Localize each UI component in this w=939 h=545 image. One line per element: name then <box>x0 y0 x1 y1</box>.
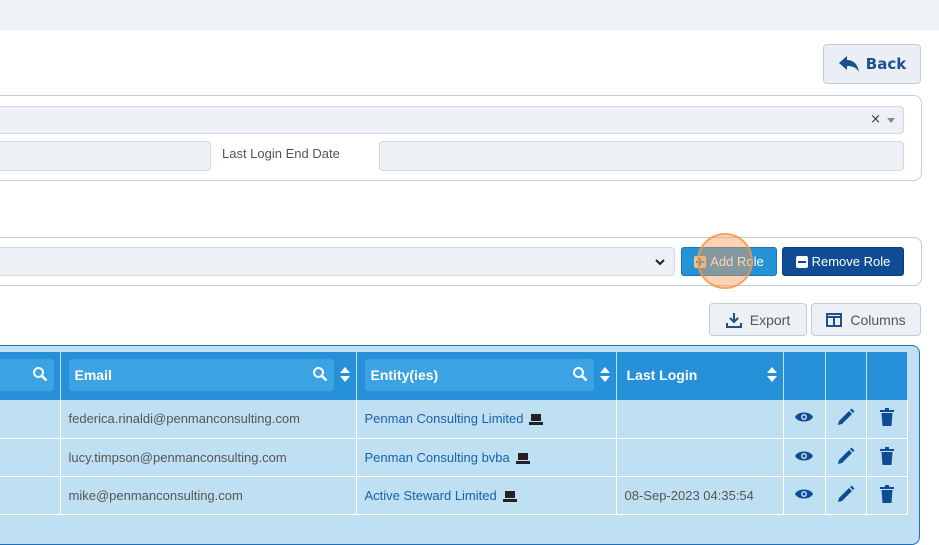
trash-icon[interactable] <box>879 484 895 503</box>
column-header-email[interactable]: Email <box>60 352 357 400</box>
add-role-button[interactable]: Add Role <box>681 247 777 276</box>
email-cell: federica.rinaldi@penmanconsulting.com <box>60 400 357 439</box>
export-label: Export <box>749 311 791 328</box>
view-cell[interactable] <box>783 438 826 477</box>
download-icon <box>725 312 742 328</box>
table-row: mike@penmanconsulting.com Active Steward… <box>0 476 908 515</box>
name-cell <box>0 438 61 477</box>
back-button[interactable]: Back <box>823 44 921 84</box>
entity-cell[interactable]: Penman Consulting bvba <box>356 438 617 477</box>
plus-square-icon <box>694 255 707 268</box>
filter-select[interactable]: × <box>0 106 904 134</box>
last-login-end-date-label: Last Login End Date <box>222 146 340 161</box>
minus-square-icon <box>795 255 808 268</box>
users-table: Email Entity(ies) Last Login federica.ri… <box>0 345 920 545</box>
eye-icon[interactable] <box>794 449 814 463</box>
entity-link[interactable]: Penman Consulting bvba <box>365 450 510 465</box>
edit-cell[interactable] <box>825 400 867 439</box>
pencil-icon[interactable] <box>837 447 855 465</box>
sort-icon[interactable] <box>766 367 777 383</box>
delete-cell[interactable] <box>866 438 908 477</box>
chevron-down-icon <box>655 259 665 266</box>
top-strip <box>0 0 939 30</box>
column-header-delete <box>866 352 907 400</box>
back-button-label: Back <box>865 55 907 73</box>
trash-icon[interactable] <box>879 408 895 427</box>
email-cell: mike@penmanconsulting.com <box>60 476 357 515</box>
remove-role-button[interactable]: Remove Role <box>782 247 904 276</box>
table-row: federica.rinaldi@penmanconsulting.com Pe… <box>0 400 908 439</box>
delete-cell[interactable] <box>866 400 908 439</box>
last-login-end-date-field[interactable] <box>379 141 904 171</box>
entity-cell[interactable]: Penman Consulting Limited <box>356 400 617 439</box>
name-cell <box>0 476 61 515</box>
table-row: lucy.timpson@penmanconsulting.com Penman… <box>0 438 908 477</box>
sort-icon[interactable] <box>599 367 610 383</box>
column-header-entities-label: Entity(ies) <box>370 367 439 383</box>
column-header-view <box>783 352 826 400</box>
delete-cell[interactable] <box>866 476 908 515</box>
column-header-email-label: Email <box>74 367 112 383</box>
table-header-row: Email Entity(ies) Last Login <box>0 352 907 400</box>
entity-link[interactable]: Penman Consulting Limited <box>365 411 524 426</box>
view-cell[interactable] <box>783 400 826 439</box>
remove-role-label: Remove Role <box>811 254 891 269</box>
last-login-cell <box>616 438 784 477</box>
columns-button[interactable]: Columns <box>811 303 921 336</box>
column-header-last-login-label: Last Login <box>626 367 698 383</box>
columns-icon <box>826 312 843 327</box>
search-icon[interactable] <box>572 366 588 382</box>
chevron-down-icon[interactable] <box>887 118 895 123</box>
edit-cell[interactable] <box>825 438 867 477</box>
entity-link[interactable]: Active Steward Limited <box>365 488 497 503</box>
edit-cell[interactable] <box>825 476 867 515</box>
last-login-cell: 08-Sep-2023 04:35:54 <box>616 476 784 515</box>
eye-icon[interactable] <box>794 487 814 501</box>
entity-cell[interactable]: Active Steward Limited <box>356 476 617 515</box>
search-icon[interactable] <box>32 366 48 382</box>
last-login-start-date-field[interactable] <box>0 141 211 171</box>
pencil-icon[interactable] <box>837 408 855 426</box>
laptop-icon <box>502 490 517 502</box>
export-button[interactable]: Export <box>709 303 807 336</box>
name-cell <box>0 400 61 439</box>
clear-icon[interactable]: × <box>870 112 881 127</box>
back-arrow-icon <box>838 56 859 72</box>
pencil-icon[interactable] <box>837 485 855 503</box>
column-header-entities[interactable]: Entity(ies) <box>356 352 617 400</box>
laptop-icon <box>529 414 544 426</box>
sort-icon[interactable] <box>339 367 350 383</box>
laptop-icon <box>515 452 530 464</box>
trash-icon[interactable] <box>879 446 895 465</box>
columns-label: Columns <box>850 311 906 328</box>
column-header-last-login[interactable]: Last Login <box>616 352 784 400</box>
email-cell: lucy.timpson@penmanconsulting.com <box>60 438 357 477</box>
search-icon[interactable] <box>312 366 328 382</box>
role-select[interactable] <box>0 247 675 276</box>
column-header-name <box>0 352 61 400</box>
add-role-label: Add Role <box>710 254 764 269</box>
last-login-cell <box>616 400 784 439</box>
view-cell[interactable] <box>783 476 826 515</box>
eye-icon[interactable] <box>794 410 814 424</box>
column-header-edit <box>825 352 867 400</box>
